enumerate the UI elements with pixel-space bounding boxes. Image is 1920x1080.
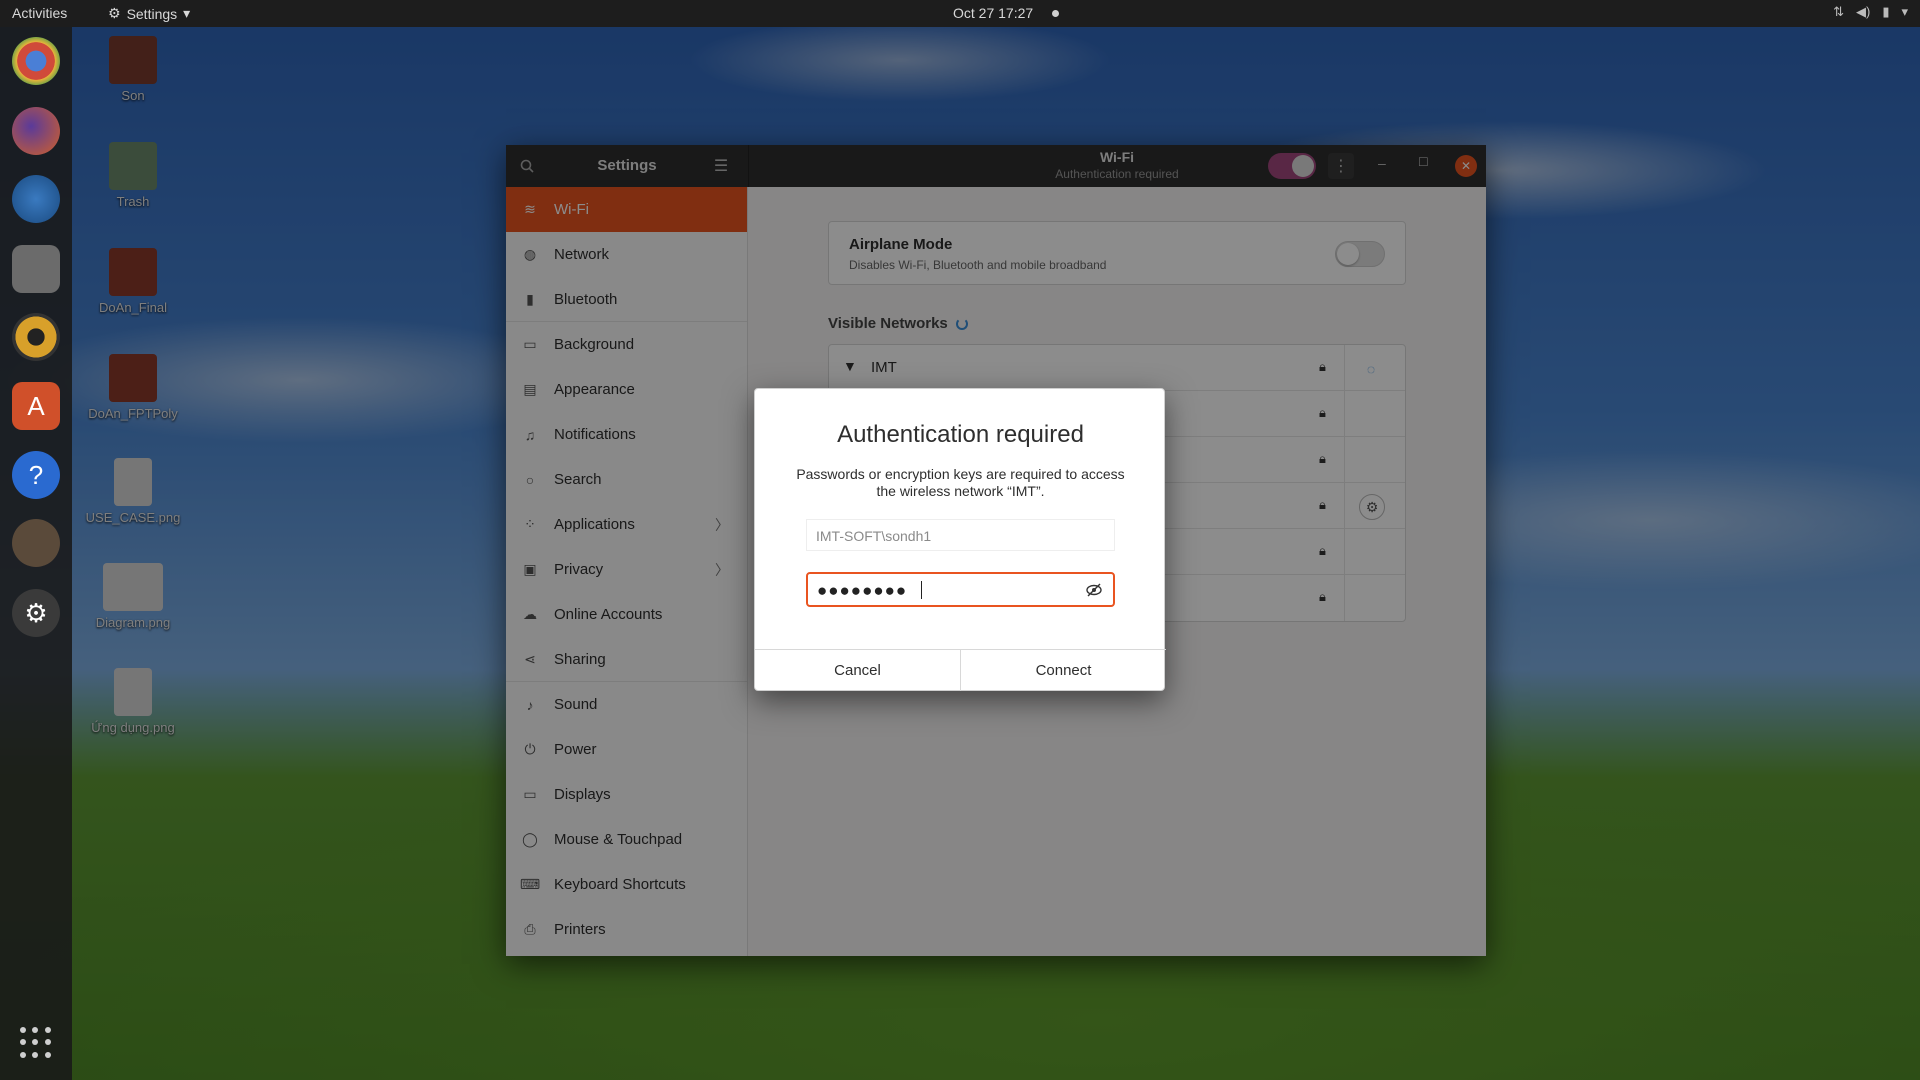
grid-dot	[44, 1039, 51, 1046]
thunderbird-launcher[interactable]	[12, 175, 60, 223]
chrome-launcher[interactable]	[12, 37, 60, 85]
battery-icon: ▮	[1882, 4, 1890, 19]
grid-dot	[44, 1027, 51, 1033]
clock[interactable]: Oct 27 17:27	[953, 5, 1033, 21]
cancel-button[interactable]: Cancel	[755, 650, 960, 691]
grid-dot	[20, 1027, 26, 1033]
dialog-message: Passwords or encryption keys are require…	[796, 466, 1125, 499]
grid-dot	[20, 1039, 26, 1046]
grid-dot	[20, 1051, 26, 1058]
grid-dot	[44, 1051, 51, 1058]
show-applications-button[interactable]	[20, 1027, 52, 1059]
top-bar: Activities ⚙ Settings ▾ Oct 27 17:27 ⇅ ◀…	[0, 0, 1920, 27]
chevron-down-icon: ▾	[183, 5, 191, 21]
password-mask: ●●●●●●●●	[817, 581, 908, 600]
connect-button[interactable]: Connect	[960, 650, 1166, 691]
grid-dot	[32, 1051, 39, 1058]
password-field[interactable]: ●●●●●●●●	[806, 572, 1115, 607]
gear-icon: ⚙	[108, 5, 121, 21]
username-field[interactable]: IMT-SOFT\sondh1	[806, 519, 1115, 551]
text-caret	[921, 581, 922, 599]
help-launcher[interactable]: ?	[12, 451, 60, 499]
grid-dot	[32, 1039, 39, 1046]
activities-button[interactable]: Activities	[12, 5, 67, 21]
dialog-title: Authentication required	[837, 421, 1084, 448]
notification-dot	[1052, 10, 1059, 17]
app-menu[interactable]: ⚙ Settings ▾	[108, 5, 190, 22]
gimp-launcher[interactable]	[12, 519, 60, 567]
dock: A ? ⚙	[0, 27, 72, 1080]
firefox-launcher[interactable]	[12, 107, 60, 155]
system-tray[interactable]: ⇅ ◀) ▮ ▾	[1833, 4, 1908, 20]
network-status-icon: ⇅	[1833, 4, 1844, 19]
settings-launcher[interactable]: ⚙	[12, 589, 60, 637]
volume-icon: ◀)	[1855, 4, 1871, 19]
rhythmbox-launcher[interactable]	[12, 313, 60, 361]
dialog-buttons: Cancel Connect	[755, 649, 1166, 691]
files-launcher[interactable]	[12, 245, 60, 293]
grid-dot	[32, 1027, 39, 1033]
authentication-dialog: Authentication required Passwords or enc…	[754, 388, 1166, 691]
hide-password-icon[interactable]	[1085, 581, 1103, 599]
software-launcher[interactable]: A	[12, 382, 60, 430]
chevron-down-icon: ▾	[1901, 4, 1908, 19]
